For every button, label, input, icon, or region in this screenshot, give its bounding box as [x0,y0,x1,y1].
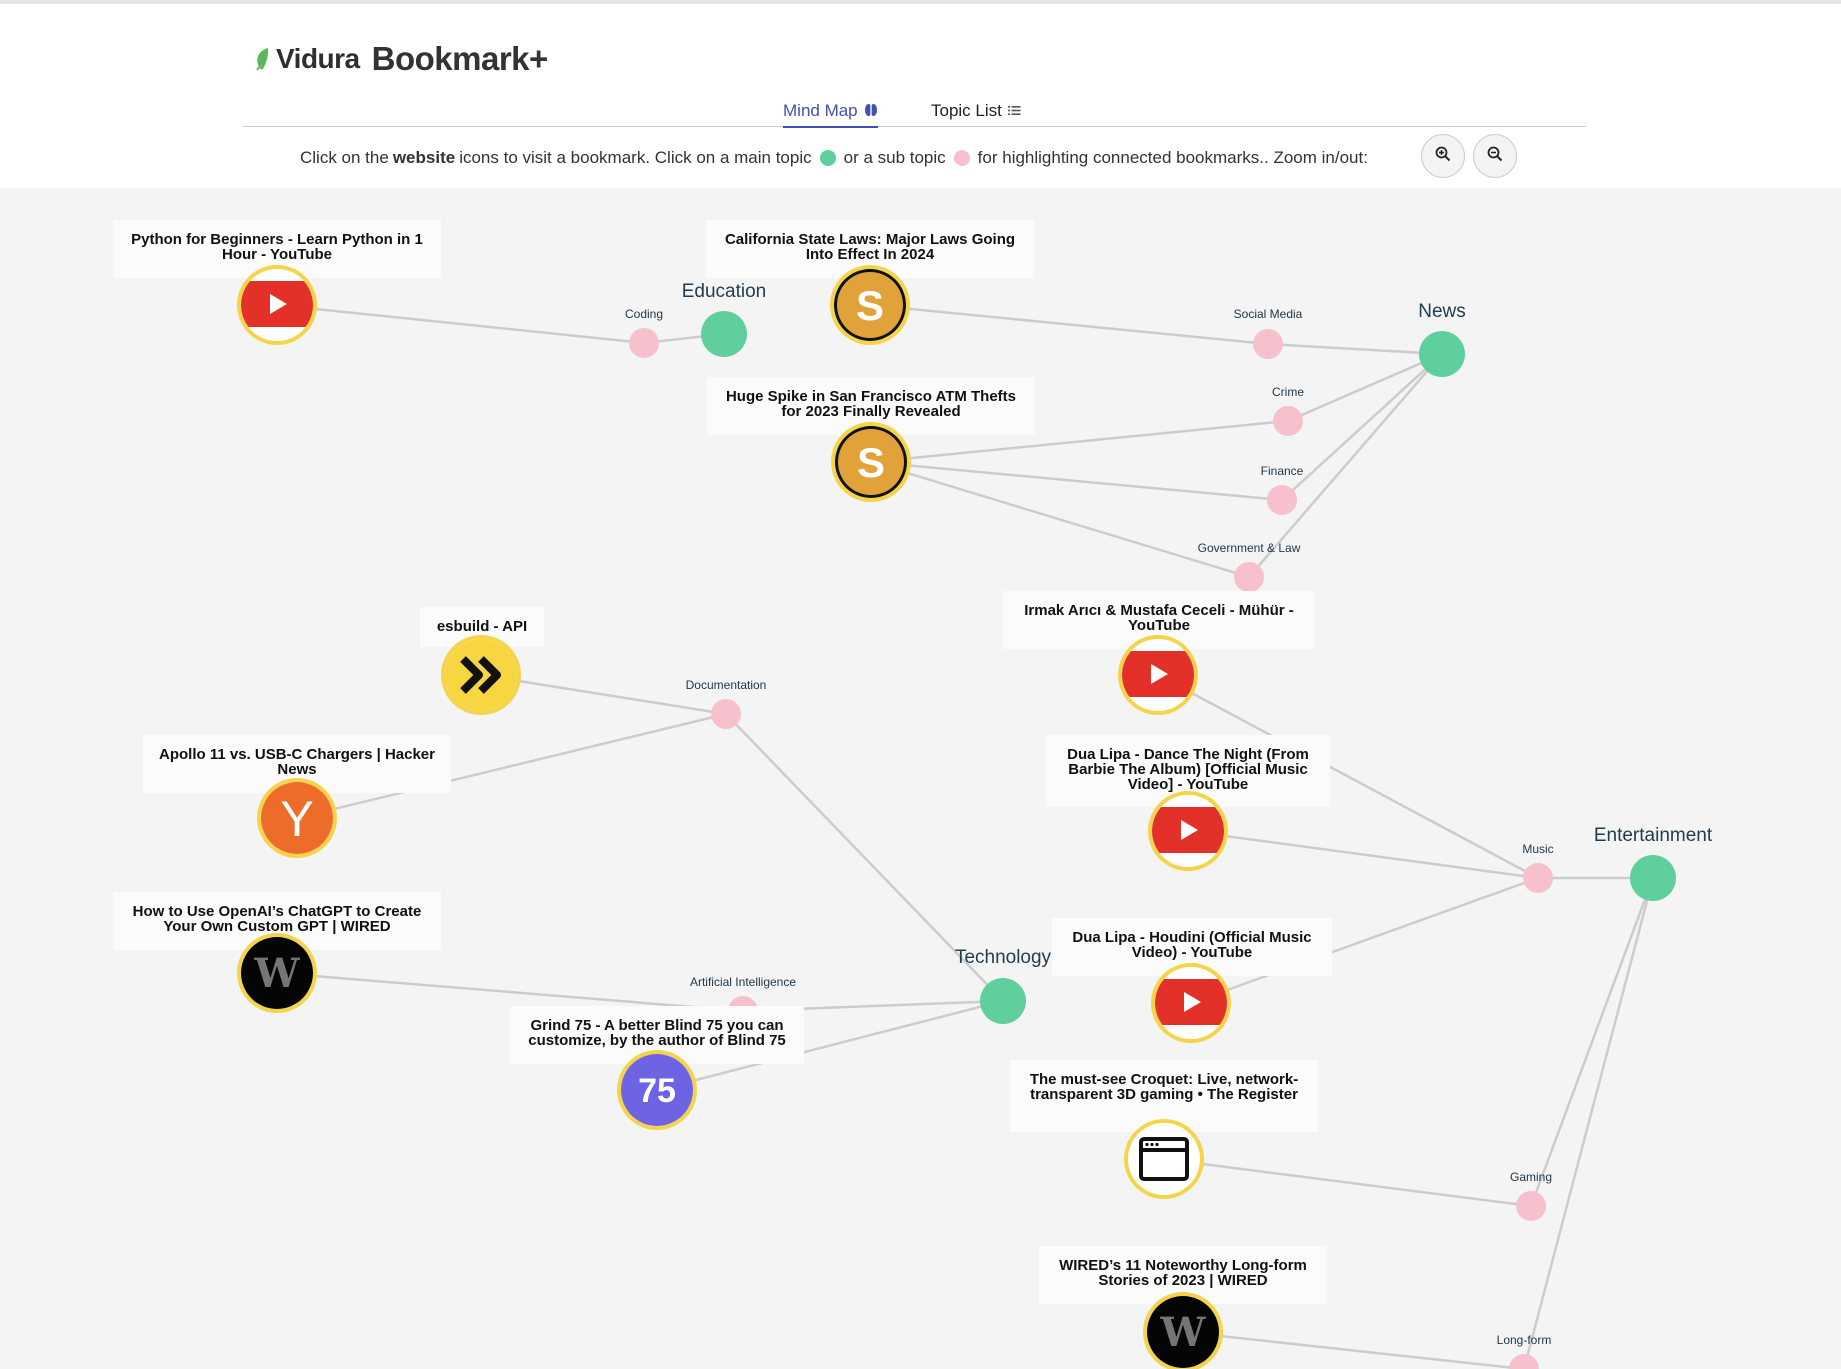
sub-topic-label-gov-law: Government & Law [1197,541,1301,555]
leaf-icon [254,47,272,71]
sub-topic-legend-dot [953,150,970,166]
instruction-text-2: icons to visit a bookmark. Click on a ma… [459,148,812,167]
sub-topic-label-social-media: Social Media [1233,307,1303,321]
youtube-icon [1122,639,1194,711]
link-social-media-news [1267,342,1443,356]
bookmark-icon-dance[interactable] [1148,791,1228,871]
instruction-text-1: Click on the [300,148,389,167]
sub-topic-node-crime[interactable] [1273,406,1303,436]
link-gaming-entertainment [1529,877,1655,1207]
svg-text:W: W [1160,1309,1207,1356]
tab-topic-list-label: Topic List [931,101,1002,120]
sub-topic-label-gaming: Gaming [1509,1170,1553,1184]
zoom-out-button[interactable] [1473,134,1517,178]
bookmark-icon-apollo[interactable]: Y [257,778,337,858]
bookmark-icon-esbuild[interactable] [441,635,521,715]
instruction-bold: website [392,148,456,167]
main-topic-node-technology[interactable] [980,978,1026,1024]
link-dance-music [1187,829,1539,880]
sub-topic-node-gaming[interactable] [1516,1191,1546,1221]
instruction-text-4: for highlighting connected bookmarks.. Z… [977,148,1368,167]
link-croquet-gaming [1163,1157,1532,1208]
hacker-news-icon: Y [261,782,333,854]
sub-topic-label-crime: Crime [1272,385,1304,399]
main-topic-legend-dot [819,150,836,166]
main-topic-label-news: News [1418,301,1466,322]
bookmark-icon-houdini[interactable] [1151,963,1231,1043]
brain-icon [864,103,878,120]
bookmark-icon-python[interactable] [237,265,317,345]
bookmark-icon-california[interactable]: S [830,265,910,345]
s-logo-icon: S [834,269,906,341]
youtube-icon [1155,967,1227,1039]
sub-topic-node-gov-law[interactable] [1234,562,1264,592]
svg-text:S: S [857,439,885,486]
brand-logo: Vidura Bookmark+ [254,40,548,78]
bookmark-icon-irmak[interactable] [1118,635,1198,715]
top-border [0,0,1841,4]
tab-mind-map[interactable]: Mind Map [783,96,878,128]
sub-topic-label-finance: Finance [1260,464,1304,478]
sub-topic-label-coding: Coding [624,307,664,321]
tab-mind-map-label: Mind Map [783,101,858,120]
grind75-icon-text: 75 [638,1072,676,1110]
sub-topic-node-documentation[interactable] [711,699,741,729]
brand-product: Bookmark+ [371,40,549,77]
brand-name: Vidura [276,43,360,74]
main-topic-label-technology: Technology [954,947,1052,968]
bookmark-icon-wired11[interactable]: W [1143,1292,1223,1369]
link-python-coding [276,303,645,345]
sub-topic-label-documentation: Documentation [685,678,767,692]
mind-map-canvas[interactable]: Coding Social Media Crime Finance Government… [0,188,1841,1369]
sub-topic-label-long-form: Long-form [1496,1333,1552,1347]
bookmark-icon-atm[interactable]: S [831,422,911,502]
instructions: Click on the website icons to visit a bo… [300,144,1368,172]
sub-topic-node-music[interactable] [1523,863,1553,893]
wired-icon: W [241,937,313,1009]
bookmark-icon-croquet[interactable] [1124,1119,1204,1199]
youtube-icon [1152,795,1224,867]
main-topic-node-education[interactable] [701,311,747,357]
tab-topic-list[interactable]: Topic List [931,96,1021,126]
svg-text:W: W [254,950,301,997]
svg-text:S: S [856,282,884,329]
link-long-form-entertainment [1522,877,1655,1369]
browser-window-icon [1128,1123,1200,1195]
list-icon [1007,103,1021,119]
link-finance-news [1281,353,1443,501]
zoom-in-button[interactable] [1421,134,1465,178]
main-topic-node-entertainment[interactable] [1630,855,1676,901]
bookmark-icon-openai[interactable]: W [237,933,317,1013]
youtube-icon [241,269,313,341]
link-wired11-long-form [1182,1330,1525,1369]
instruction-text-3: or a sub topic [843,148,946,167]
wired-icon: W [1147,1296,1219,1368]
svg-text:Y: Y [280,791,313,847]
sub-topic-label-ai: Artificial Intelligence [689,975,797,989]
sub-topic-label-music: Music [1522,842,1554,856]
sub-topic-node-finance[interactable] [1267,485,1297,515]
sub-topic-node-social-media[interactable] [1253,329,1283,359]
main-topic-label-entertainment: Entertainment [1593,825,1713,846]
link-crime-news [1287,352,1443,423]
main-topic-node-news[interactable] [1419,331,1465,377]
main-topic-label-education: Education [681,281,767,302]
esbuild-icon [445,639,517,711]
grind75-icon: 75 [621,1054,693,1126]
s-logo-icon: S [835,426,907,498]
sub-topic-node-coding[interactable] [629,328,659,358]
zoom-out-icon [1487,146,1503,166]
link-california-social-media [869,303,1269,346]
view-tabs: Mind Map Topic List [242,90,1586,128]
bookmark-icon-grind[interactable]: 75 [617,1050,697,1130]
zoom-in-icon [1435,146,1451,166]
